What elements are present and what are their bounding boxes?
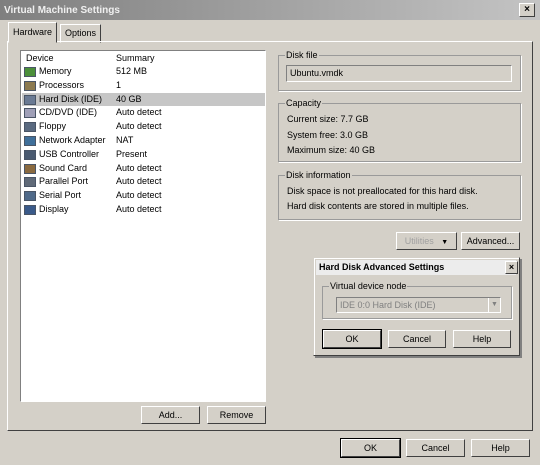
disk-file-field[interactable]: Ubuntu.vmdk	[286, 65, 512, 82]
file-storage-info: Hard disk contents are stored in multipl…	[287, 201, 469, 211]
device-name: Memory	[39, 66, 72, 76]
device-name: Serial Port	[39, 190, 82, 201]
device-name: Hard Disk (IDE)	[39, 93, 103, 104]
memory-icon	[24, 67, 36, 77]
preallocation-info: Disk space is not preallocated for this …	[287, 186, 478, 196]
ok-button[interactable]: OK	[340, 438, 401, 458]
dialog-help-label: Help	[472, 334, 492, 344]
floppy-icon	[24, 122, 36, 133]
disk-information-title: Disk information	[285, 170, 352, 180]
device-summary: Auto detect	[116, 190, 162, 201]
device-row[interactable]: Network Adapter NAT	[22, 134, 265, 148]
dialog-close-button[interactable]: ×	[505, 261, 518, 274]
device-summary: 512 MB	[116, 66, 148, 76]
serial-port-icon	[24, 191, 36, 202]
device-name: USB Controller	[39, 148, 100, 159]
remove-device-button-label: Remove	[219, 410, 254, 420]
capacity-title: Capacity	[285, 98, 323, 108]
chevron-down-icon: ▼	[488, 298, 500, 312]
dialog-title: Hard Disk Advanced Settings	[319, 262, 445, 272]
device-row[interactable]: Processors 1	[22, 79, 265, 93]
system-free: System free: 3.0 GB	[287, 130, 369, 140]
device-row[interactable]: Serial Port Auto detect	[22, 189, 265, 203]
display-icon	[24, 205, 36, 215]
disk-file-group: Disk file Ubuntu.vmdk	[278, 50, 521, 91]
disk-file-value: Ubuntu.vmdk	[290, 68, 344, 78]
dialog-cancel-label: Cancel	[402, 334, 431, 344]
hard-disk-icon	[24, 94, 36, 105]
device-row[interactable]: Floppy Auto detect	[22, 120, 265, 134]
tab-hardware-label: Hardware	[13, 27, 53, 37]
virtual-device-node-group: Virtual device node IDE 0:0 Hard Disk (I…	[322, 281, 512, 319]
advanced-button[interactable]: Advanced...	[461, 232, 520, 250]
device-name: Parallel Port	[39, 176, 89, 187]
device-row[interactable]: Parallel Port Auto detect	[22, 175, 265, 189]
add-device-button-label: Add...	[158, 410, 183, 420]
close-window-button[interactable]: ×	[519, 3, 535, 17]
cd-dvd-icon	[24, 108, 36, 119]
device-row[interactable]: Sound Card Auto detect	[22, 162, 265, 176]
remove-device-button[interactable]: Remove	[207, 406, 266, 424]
device-name: Sound Card	[39, 162, 88, 173]
close-icon: ×	[508, 262, 515, 272]
hard-disk-advanced-dialog: Hard Disk Advanced Settings × Virtual de…	[313, 257, 520, 356]
close-icon: ×	[524, 4, 530, 15]
device-summary: Auto detect	[116, 176, 162, 187]
device-row[interactable]: Hard Disk (IDE) 40 GB	[22, 92, 265, 107]
device-node-select[interactable]: IDE 0:0 Hard Disk (IDE) ▼	[336, 297, 501, 313]
device-summary: Auto detect	[116, 204, 162, 214]
dialog-ok-button[interactable]: OK	[322, 329, 382, 349]
device-summary: Auto detect	[116, 162, 162, 173]
usb-icon	[24, 149, 36, 160]
device-name: Network Adapter	[39, 135, 106, 145]
sound-card-icon	[24, 163, 36, 174]
device-summary: Present	[116, 148, 148, 159]
help-button[interactable]: Help	[471, 439, 530, 457]
maximum-size: Maximum size: 40 GB	[287, 145, 376, 155]
cancel-button[interactable]: Cancel	[406, 439, 465, 457]
dropdown-arrow-icon: ▼	[441, 239, 449, 246]
device-row[interactable]: CD/DVD (IDE) Auto detect	[22, 106, 265, 120]
add-device-button[interactable]: Add...	[141, 406, 200, 424]
device-summary: 1	[116, 79, 122, 90]
device-summary: 40 GB	[116, 93, 142, 104]
device-row[interactable]: USB Controller Present	[22, 148, 265, 162]
device-summary: NAT	[116, 135, 134, 145]
dialog-title-bar: Hard Disk Advanced Settings	[316, 260, 516, 275]
dialog-ok-label: OK	[345, 334, 359, 344]
window-title: Virtual Machine Settings	[4, 5, 120, 16]
network-adapter-icon	[24, 136, 36, 146]
ok-button-label: OK	[363, 443, 377, 453]
disk-file-title: Disk file	[285, 50, 319, 60]
device-name: CD/DVD (IDE)	[39, 107, 97, 118]
device-name: Display	[39, 204, 69, 214]
cancel-button-label: Cancel	[421, 443, 450, 453]
column-header-device[interactable]: Device	[26, 52, 54, 64]
tab-hardware[interactable]: Hardware	[8, 22, 58, 43]
device-row[interactable]: Memory 512 MB	[22, 65, 265, 79]
device-summary: Auto detect	[116, 121, 162, 132]
advanced-button-label: Advanced...	[466, 236, 515, 246]
device-name: Processors	[39, 79, 85, 90]
dialog-help-button[interactable]: Help	[453, 330, 511, 348]
device-summary: Auto detect	[116, 107, 162, 118]
help-button-label: Help	[491, 443, 510, 453]
dialog-cancel-button[interactable]: Cancel	[388, 330, 446, 348]
device-node-value: IDE 0:0 Hard Disk (IDE)	[340, 300, 436, 310]
utilities-button[interactable]: Utilities ▼	[396, 232, 457, 250]
processor-icon	[24, 80, 36, 91]
disk-information-group: Disk information Disk space is not preal…	[278, 170, 521, 220]
capacity-group: Capacity Current size: 7.7 GB System fre…	[278, 98, 521, 162]
parallel-port-icon	[24, 177, 36, 188]
device-name: Floppy	[39, 121, 67, 132]
tab-options-label: Options	[65, 28, 97, 38]
virtual-device-node-title: Virtual device node	[329, 281, 408, 291]
title-bar: Virtual Machine Settings	[0, 0, 540, 20]
column-header-summary[interactable]: Summary	[116, 52, 155, 64]
device-list[interactable]: Device Summary Memory 512 MB Processors 1 Ha…	[20, 50, 266, 402]
utilities-button-label: Utilities	[404, 236, 434, 246]
device-row[interactable]: Display Auto detect	[22, 203, 265, 217]
current-size: Current size: 7.7 GB	[287, 114, 369, 124]
